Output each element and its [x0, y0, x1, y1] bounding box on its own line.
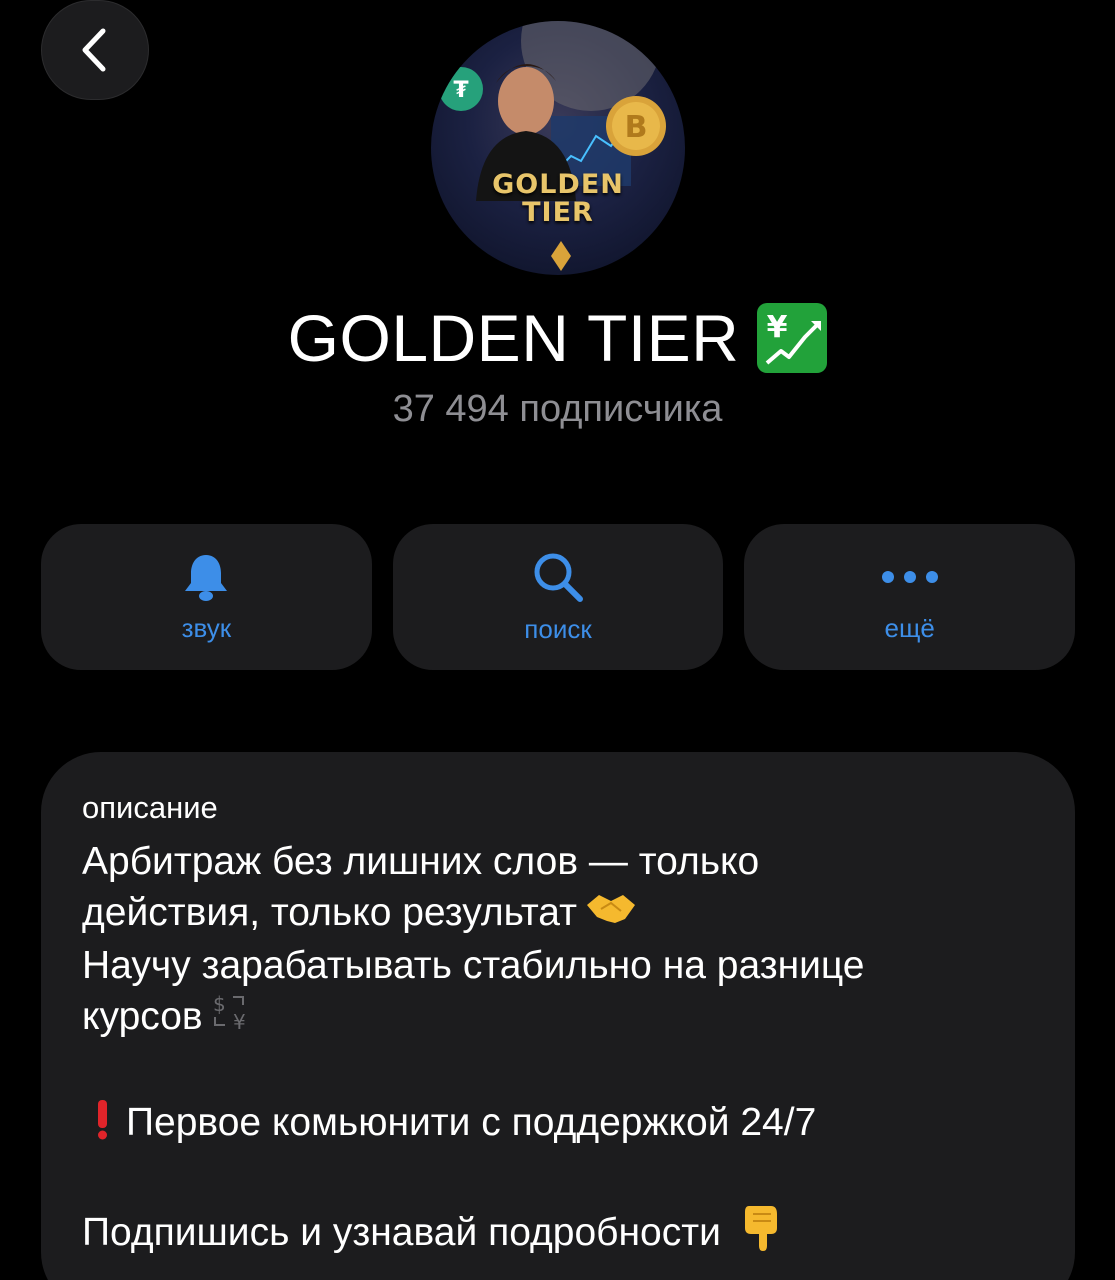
subscriber-count: 37 494 подписчика	[392, 388, 723, 430]
more-dots-icon	[881, 570, 938, 583]
bell-icon	[185, 554, 228, 601]
avatar-logo-text: GOLDEN TIER	[492, 169, 624, 228]
action-buttons: звук поиск ещё	[41, 524, 1076, 670]
svg-text:$: $	[213, 992, 226, 1016]
description-line: Арбитраж без лишних слов — только	[82, 840, 760, 883]
exclamation-mark-icon	[94, 1098, 110, 1153]
description-text: Подпишись и узнавай подробности	[82, 1210, 721, 1254]
avatar-artwork: ₮ B	[439, 21, 666, 271]
svg-text:₮: ₮	[453, 78, 469, 103]
more-button[interactable]: ещё	[744, 524, 1076, 670]
channel-avatar[interactable]: ₮ B GOLDEN TIER	[431, 21, 685, 275]
backhand-index-pointing-down-icon	[741, 1204, 781, 1265]
description-line: курсов $ ¥	[82, 991, 1034, 1046]
search-button-label: поиск	[524, 613, 592, 644]
description-text: Первое комьюнити с поддержкой 24/7	[126, 1101, 817, 1145]
description-line: Научу зарабатывать стабильно на разнице	[82, 944, 865, 988]
search-icon	[534, 553, 583, 602]
description-label: описание	[82, 790, 218, 825]
sound-button[interactable]: звук	[41, 524, 372, 670]
sound-button-label: звук	[181, 612, 232, 643]
description-line: действия, только результат	[82, 887, 1034, 940]
description-text: действия, только результат	[82, 891, 578, 934]
description-card: описание Арбитраж без лишних слов — толь…	[41, 752, 1075, 1280]
description-line: Первое комьюнити с поддержкой 24/7	[82, 1097, 1034, 1152]
more-button-label: ещё	[884, 612, 935, 643]
handshake-icon	[585, 889, 637, 940]
svg-text:¥: ¥	[767, 310, 788, 345]
channel-profile-page: ₮ B GOLDEN TIER GOLDEN TIER ¥ 37 494 под…	[0, 0, 1115, 1280]
channel-title-row: GOLDEN TIER ¥	[0, 300, 1115, 376]
chart-increasing-with-yen-icon: ¥	[757, 303, 828, 373]
search-button[interactable]: поиск	[392, 524, 724, 670]
chevron-left-icon	[82, 28, 106, 72]
currency-exchange-icon: $ ¥	[211, 991, 257, 1046]
svg-text:B: B	[625, 110, 648, 145]
svg-text:¥: ¥	[233, 1010, 246, 1033]
channel-title: GOLDEN TIER	[287, 301, 740, 375]
description-line: Подпишись и узнавай подробности	[82, 1204, 1034, 1265]
description-text: курсов	[82, 995, 203, 1039]
back-button[interactable]	[41, 0, 149, 100]
